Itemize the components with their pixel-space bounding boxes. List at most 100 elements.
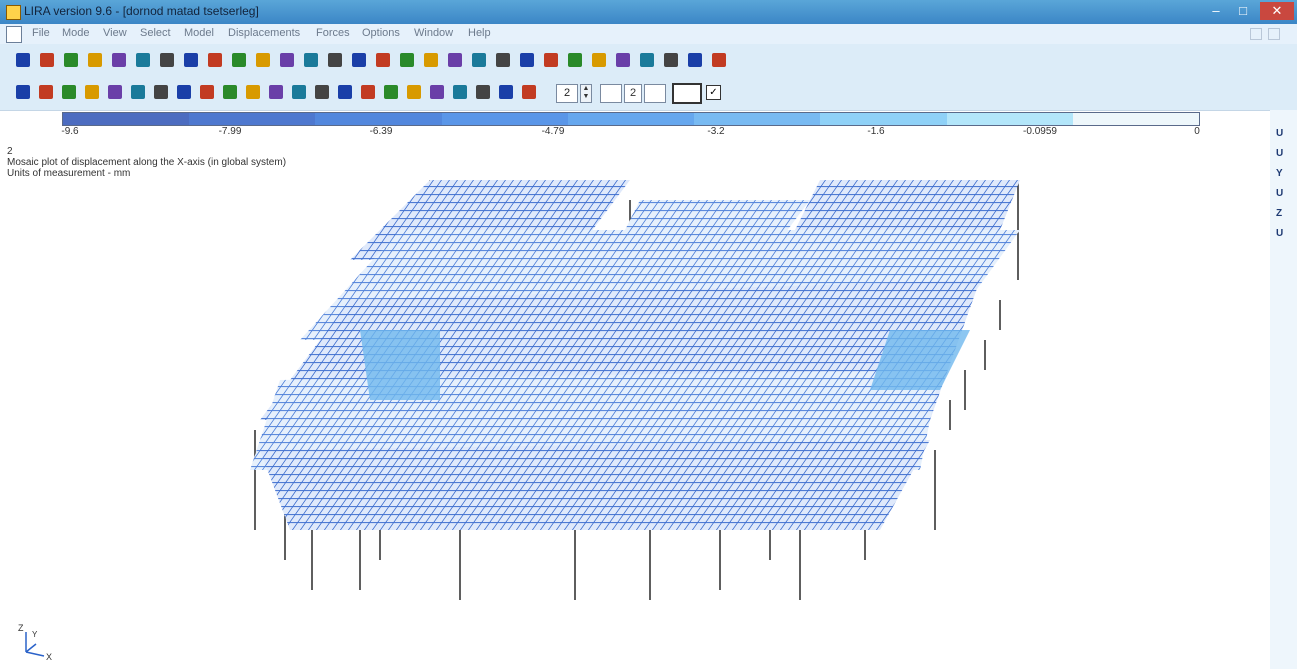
isofield-icon[interactable] [232, 53, 246, 67]
diagram-icon[interactable] [184, 53, 198, 67]
side-label: Z [1276, 208, 1283, 219]
menu-displacements[interactable]: Displacements [228, 27, 300, 39]
legend-label: 0 [1194, 126, 1200, 137]
axis-z-label: Z [18, 623, 24, 633]
spin-box-a[interactable] [600, 84, 622, 103]
help-icon[interactable] [712, 53, 726, 67]
axes-icon[interactable] [160, 53, 174, 67]
grid-i-icon[interactable] [384, 85, 398, 99]
legend-label: -4.79 [541, 126, 565, 137]
beam-icon[interactable] [62, 85, 76, 99]
view-top-icon[interactable] [472, 53, 486, 67]
lock-icon[interactable] [496, 53, 510, 67]
legend-segment [441, 113, 568, 125]
copy-icon[interactable] [64, 53, 78, 67]
maximize-button[interactable]: □ [1230, 2, 1256, 20]
node-a-icon[interactable] [85, 85, 99, 99]
legend-segment [567, 113, 695, 125]
menu-model[interactable]: Model [184, 27, 214, 39]
title-bar: LIRA version 9.6 - [dornod matad tsetser… [0, 0, 1297, 24]
mosaic-icon[interactable] [208, 53, 222, 67]
view-front-icon[interactable] [424, 53, 438, 67]
load-case-2-icon[interactable] [112, 53, 126, 67]
minimize-button[interactable]: – [1203, 2, 1229, 20]
edit-icon[interactable] [592, 53, 606, 67]
grid-c-icon[interactable] [246, 85, 260, 99]
rotate-icon[interactable] [256, 53, 270, 67]
arrow-tool-icon[interactable] [154, 85, 168, 99]
save-model-icon[interactable] [40, 53, 54, 67]
grid-f-icon[interactable] [315, 85, 329, 99]
side-label: U [1276, 228, 1284, 239]
grid-l-icon[interactable] [453, 85, 467, 99]
model-viewport[interactable] [240, 170, 1020, 610]
grid-j-icon[interactable] [407, 85, 421, 99]
zoom-in-icon[interactable] [328, 53, 342, 67]
palette-icon[interactable] [522, 85, 536, 99]
level-spin-arrows[interactable]: ▲ ▼ [580, 84, 592, 103]
level-spin-value[interactable]: 2 [556, 84, 578, 103]
axis-y-label: Y [32, 630, 38, 639]
color-picker-button[interactable] [672, 83, 702, 104]
pencil-icon[interactable] [304, 53, 318, 67]
refresh-icon[interactable] [177, 85, 191, 99]
open-model-icon[interactable] [16, 53, 30, 67]
grid-m-icon[interactable] [476, 85, 490, 99]
legend-label: -6.39 [369, 126, 393, 137]
mdi-minimize-button[interactable] [1250, 28, 1262, 40]
flag-icon[interactable] [616, 53, 630, 67]
legend-segment [694, 113, 821, 125]
grid-h-icon[interactable] [361, 85, 375, 99]
filter-icon[interactable] [376, 53, 390, 67]
whats-this-icon[interactable] [664, 53, 678, 67]
menu-window[interactable]: Window [414, 27, 453, 39]
slab-bottom [260, 440, 930, 530]
menu-file[interactable]: File [32, 27, 50, 39]
book-icon[interactable] [688, 53, 702, 67]
load-case-icon[interactable] [88, 53, 102, 67]
document-icon[interactable] [6, 26, 22, 43]
axis-indicator: Z Y X [18, 623, 52, 662]
node-b-icon[interactable] [108, 85, 122, 99]
legend-segment [315, 113, 442, 125]
calc-icon[interactable] [568, 53, 582, 67]
grid-n-icon[interactable] [499, 85, 513, 99]
menu-forces[interactable]: Forces [316, 27, 350, 39]
frame-a-icon[interactable] [16, 85, 30, 99]
grid-d-icon[interactable] [269, 85, 283, 99]
menu-view[interactable]: View [103, 27, 127, 39]
option-checkbox[interactable]: ✓ [706, 85, 721, 100]
spin-box-b[interactable]: 2 [624, 84, 642, 103]
zoom-out-icon[interactable] [352, 53, 366, 67]
pan-icon[interactable] [280, 53, 294, 67]
frame-b-icon[interactable] [39, 85, 53, 99]
load-case-3-icon[interactable] [136, 53, 150, 67]
settings-icon[interactable] [640, 53, 654, 67]
menu-mode[interactable]: Mode [62, 27, 90, 39]
legend-label: -9.6 [61, 126, 79, 137]
legend-segment [946, 113, 1073, 125]
person-icon[interactable] [544, 53, 558, 67]
grid-e-icon[interactable] [292, 85, 306, 99]
grid-b-icon[interactable] [223, 85, 237, 99]
legend-segment [820, 113, 947, 125]
close-button[interactable]: ✕ [1260, 2, 1294, 20]
units-label: Units of measurement - mm [7, 168, 131, 179]
grid-g-icon[interactable] [338, 85, 352, 99]
menu-options[interactable]: Options [362, 27, 400, 39]
side-label: U [1276, 188, 1284, 199]
view-side-icon[interactable] [448, 53, 462, 67]
spin-box-c[interactable] [644, 84, 666, 103]
mdi-restore-button[interactable] [1268, 28, 1280, 40]
menu-help[interactable]: Help [468, 27, 491, 39]
load-icon[interactable] [131, 85, 145, 99]
fragment-icon[interactable] [400, 53, 414, 67]
plot-description: Mosaic plot of displacement along the X-… [7, 157, 287, 168]
menu-select[interactable]: Select [140, 27, 171, 39]
legend-segment [1072, 113, 1199, 125]
legend-label: -1.6 [867, 126, 885, 137]
grid-a-icon[interactable] [200, 85, 214, 99]
grid-k-icon[interactable] [430, 85, 444, 99]
side-label: U [1276, 128, 1284, 139]
tools-icon[interactable] [520, 53, 534, 67]
